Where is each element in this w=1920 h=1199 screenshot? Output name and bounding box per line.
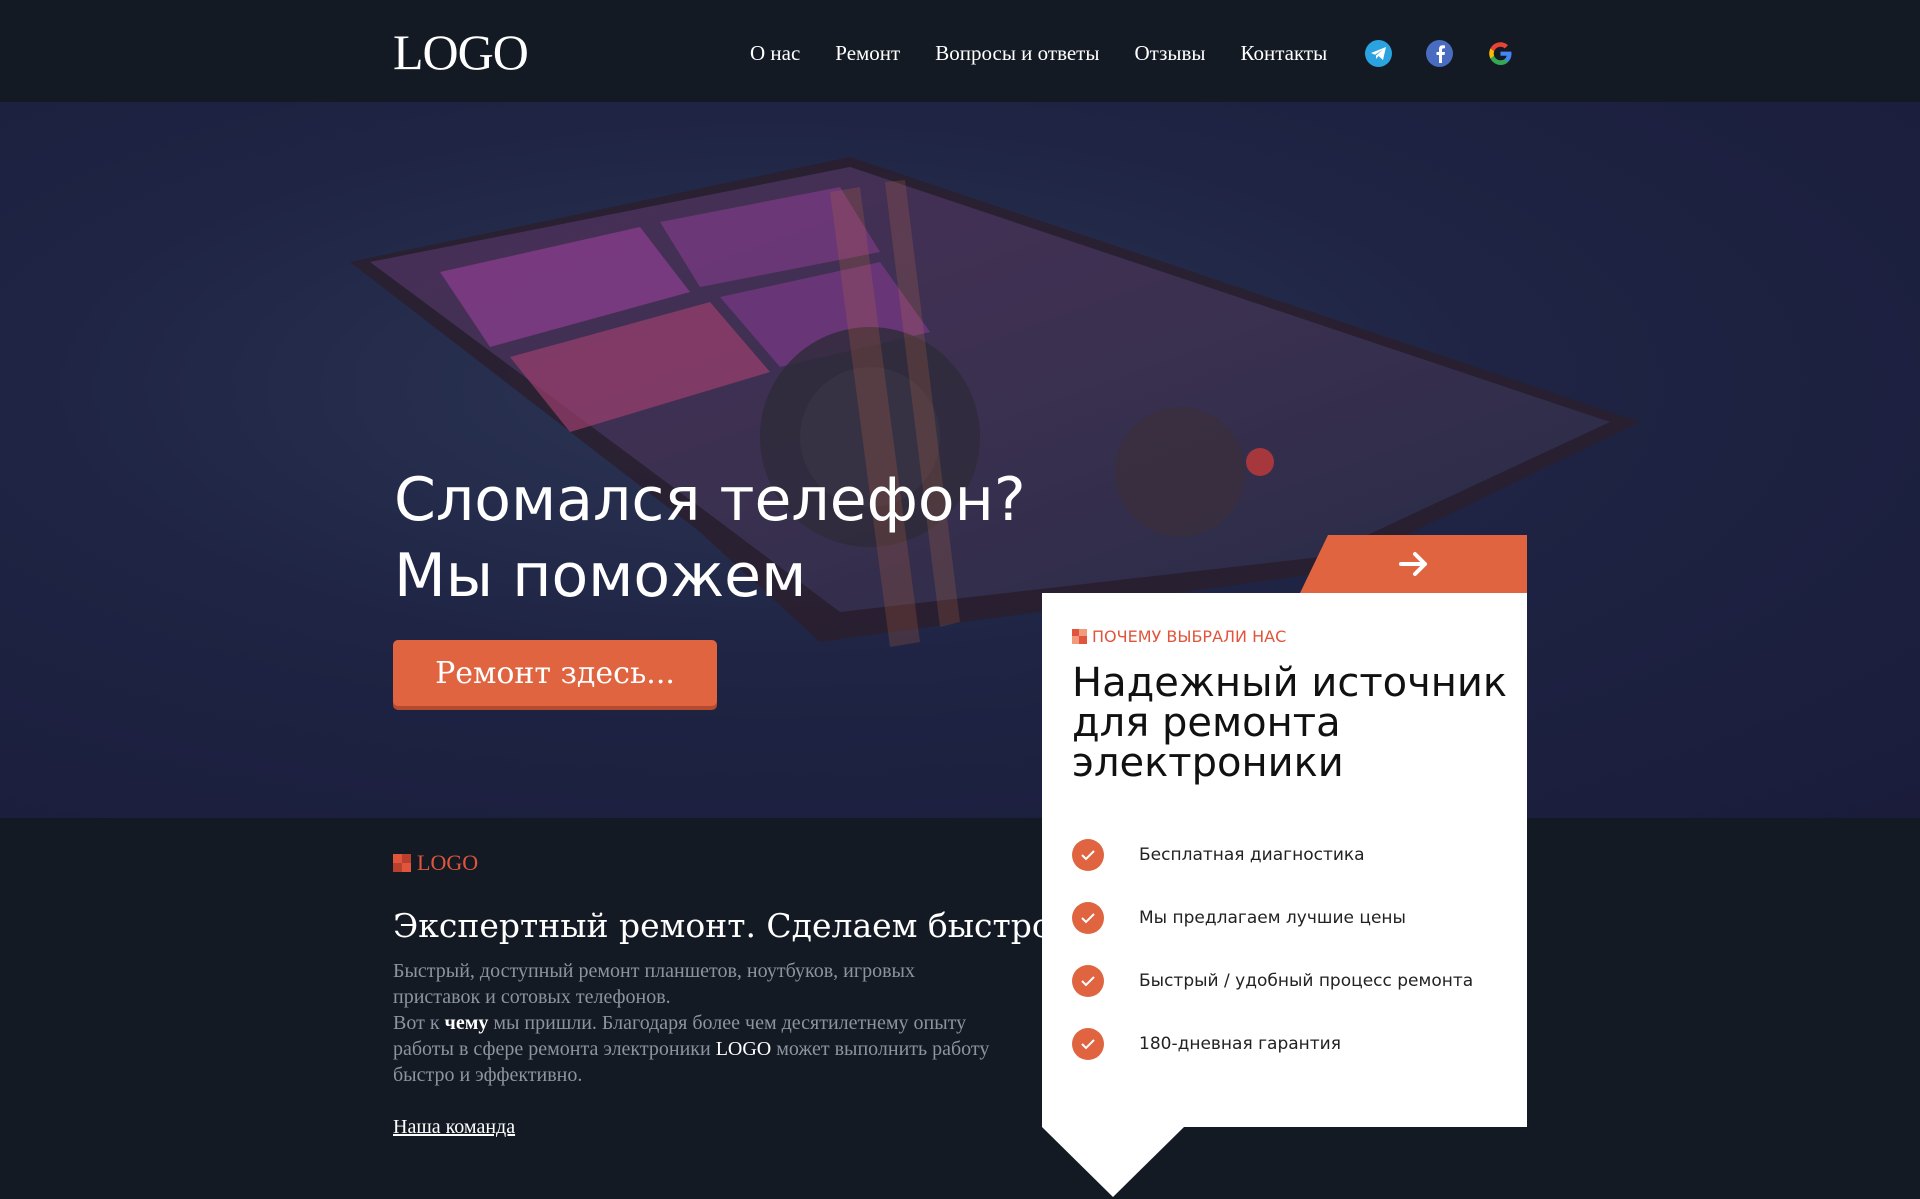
hero-title-line1: Сломался телефон? <box>394 465 1026 535</box>
facebook-icon[interactable] <box>1426 40 1453 67</box>
about-logo-word: LOGO <box>715 1038 772 1060</box>
check-icon <box>1072 1027 1104 1060</box>
social-links <box>1365 40 1514 67</box>
about-tag-label: LOGO <box>417 850 479 875</box>
arrow-right-icon <box>1398 552 1427 576</box>
about-paragraph-1: Быстрый, доступный ремонт планшетов, ноу… <box>393 960 915 1008</box>
card-tag: ПОЧЕМУ ВЫБРАЛИ НАС <box>1072 627 1286 646</box>
about-title: Экспертный ремонт. Сделаем быстро <box>393 906 1052 945</box>
check-icon <box>1072 901 1104 934</box>
card-arrow-button[interactable] <box>1300 535 1527 593</box>
why-us-card: ПОЧЕМУ ВЫБРАЛИ НАС Надежный источник для… <box>1042 593 1527 1127</box>
about-text: Быстрый, доступный ремонт планшетов, ноу… <box>393 958 993 1088</box>
card-tag-label: ПОЧЕМУ ВЫБРАЛИ НАС <box>1092 627 1287 646</box>
nav-about[interactable]: О нас <box>750 40 800 66</box>
feature-text: Быстрый / удобный процесс ремонта <box>1139 970 1474 991</box>
site-header: LOGO О нас Ремонт Вопросы и ответы Отзыв… <box>0 0 1920 102</box>
feature-item: Быстрый / удобный процесс ремонта <box>1072 949 1473 1012</box>
nav-faq[interactable]: Вопросы и ответы <box>935 40 1099 66</box>
nav-contacts[interactable]: Контакты <box>1241 40 1328 66</box>
check-icon <box>1072 964 1104 997</box>
about-section: LOGO Экспертный ремонт. Сделаем быстро Б… <box>393 850 1052 1139</box>
feature-item: 180-дневная гарантия <box>1072 1012 1473 1075</box>
phone-illustration <box>350 157 1640 647</box>
hero-section: Сломался телефон? Мы поможем Ремонт здес… <box>0 102 1920 818</box>
feature-text: Мы предлагаем лучшие цены <box>1139 907 1406 928</box>
hero-title: Сломался телефон? Мы поможем <box>394 462 1094 614</box>
feature-text: Бесплатная диагностика <box>1139 844 1365 865</box>
nav-repair[interactable]: Ремонт <box>835 40 900 66</box>
check-icon <box>1072 838 1104 871</box>
logo-mark-icon <box>393 854 411 872</box>
feature-list: Бесплатная диагностика Мы предлагаем луч… <box>1072 823 1473 1075</box>
about-bold-word: чему <box>444 1012 489 1034</box>
main-nav: О нас Ремонт Вопросы и ответы Отзывы Кон… <box>750 40 1362 66</box>
hero-title-line2: Мы поможем <box>394 541 807 611</box>
telegram-icon[interactable] <box>1365 40 1392 67</box>
about-tag: LOGO <box>393 850 1013 876</box>
feature-item: Мы предлагаем лучшие цены <box>1072 886 1473 949</box>
logo[interactable]: LOGO <box>393 22 529 82</box>
feature-text: 180-дневная гарантия <box>1139 1033 1341 1054</box>
our-team-link[interactable]: Наша команда <box>393 1116 515 1139</box>
card-pointer <box>1042 1127 1184 1197</box>
logo-mark-icon <box>1072 629 1087 644</box>
google-icon[interactable] <box>1487 40 1514 67</box>
repair-here-button[interactable]: Ремонт здесь... <box>393 640 717 706</box>
nav-reviews[interactable]: Отзывы <box>1134 40 1205 66</box>
card-title: Надежный источник для ремонта электроник… <box>1072 660 1508 786</box>
feature-item: Бесплатная диагностика <box>1072 823 1473 886</box>
about-paragraph-2a: Вот к <box>393 1012 445 1034</box>
